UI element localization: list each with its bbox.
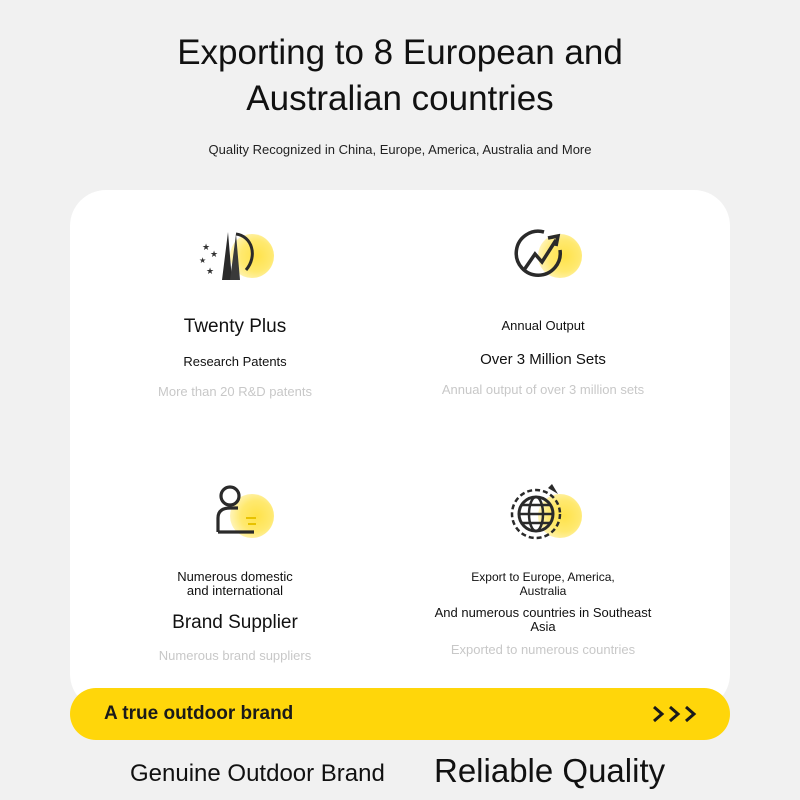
feature-patents-title: Twenty Plus [183,316,287,337]
svg-text:★: ★ [206,266,214,276]
growth-chart-icon [498,220,588,290]
feature-export-subtitle: And numerous countries in Southeast Asia [434,605,652,634]
feature-patents-desc: More than 20 R&D patents [158,384,312,399]
features-card: ★ ★ ★ ★ Twenty Plus Research Patents Mor… [70,190,730,710]
page-subtitle: Quality Recognized in China, Europe, Ame… [208,142,592,157]
svg-text:★: ★ [199,256,206,265]
svg-text:★: ★ [202,242,210,252]
footer-reliable-quality: Reliable Quality [434,752,666,789]
feature-export: Export to Europe, America, Australia And… [393,480,693,657]
feature-export-title: Export to Europe, America, Australia [471,570,615,598]
feature-output: Annual Output Over 3 Million Sets Annual… [393,220,693,397]
feature-brand-title: Numerous domestic and international [177,569,293,598]
feature-output-desc: Annual output of over 3 million sets [441,382,645,397]
feature-export-desc: Exported to numerous countries [450,642,636,657]
triple-chevron-icon [653,705,697,723]
feature-output-title: Annual Output [501,318,585,333]
feature-brand-subtitle: Brand Supplier [172,612,298,633]
page-title-line2: Australian countries [246,79,554,118]
globe-icon [498,480,588,550]
feature-output-subtitle: Over 3 Million Sets [480,351,606,368]
svg-text:★: ★ [210,249,218,259]
patent-rocket-icon: ★ ★ ★ ★ [190,220,280,290]
feature-brand-desc: Numerous brand suppliers [158,648,312,663]
feature-patents: ★ ★ ★ ★ Twenty Plus Research Patents Mor… [85,220,385,399]
user-badge-icon [190,480,280,550]
feature-patents-subtitle: Research Patents [183,354,287,369]
page-title: Exporting to 8 European and Australian c… [0,30,800,122]
footer-genuine-brand: Genuine Outdoor Brand [130,760,385,787]
banner-text: A true outdoor brand [104,703,294,724]
brand-banner: A true outdoor brand [70,688,730,740]
page-title-line1: Exporting to 8 European and [177,33,623,72]
feature-brand-supplier: Numerous domestic and international Bran… [85,480,385,663]
